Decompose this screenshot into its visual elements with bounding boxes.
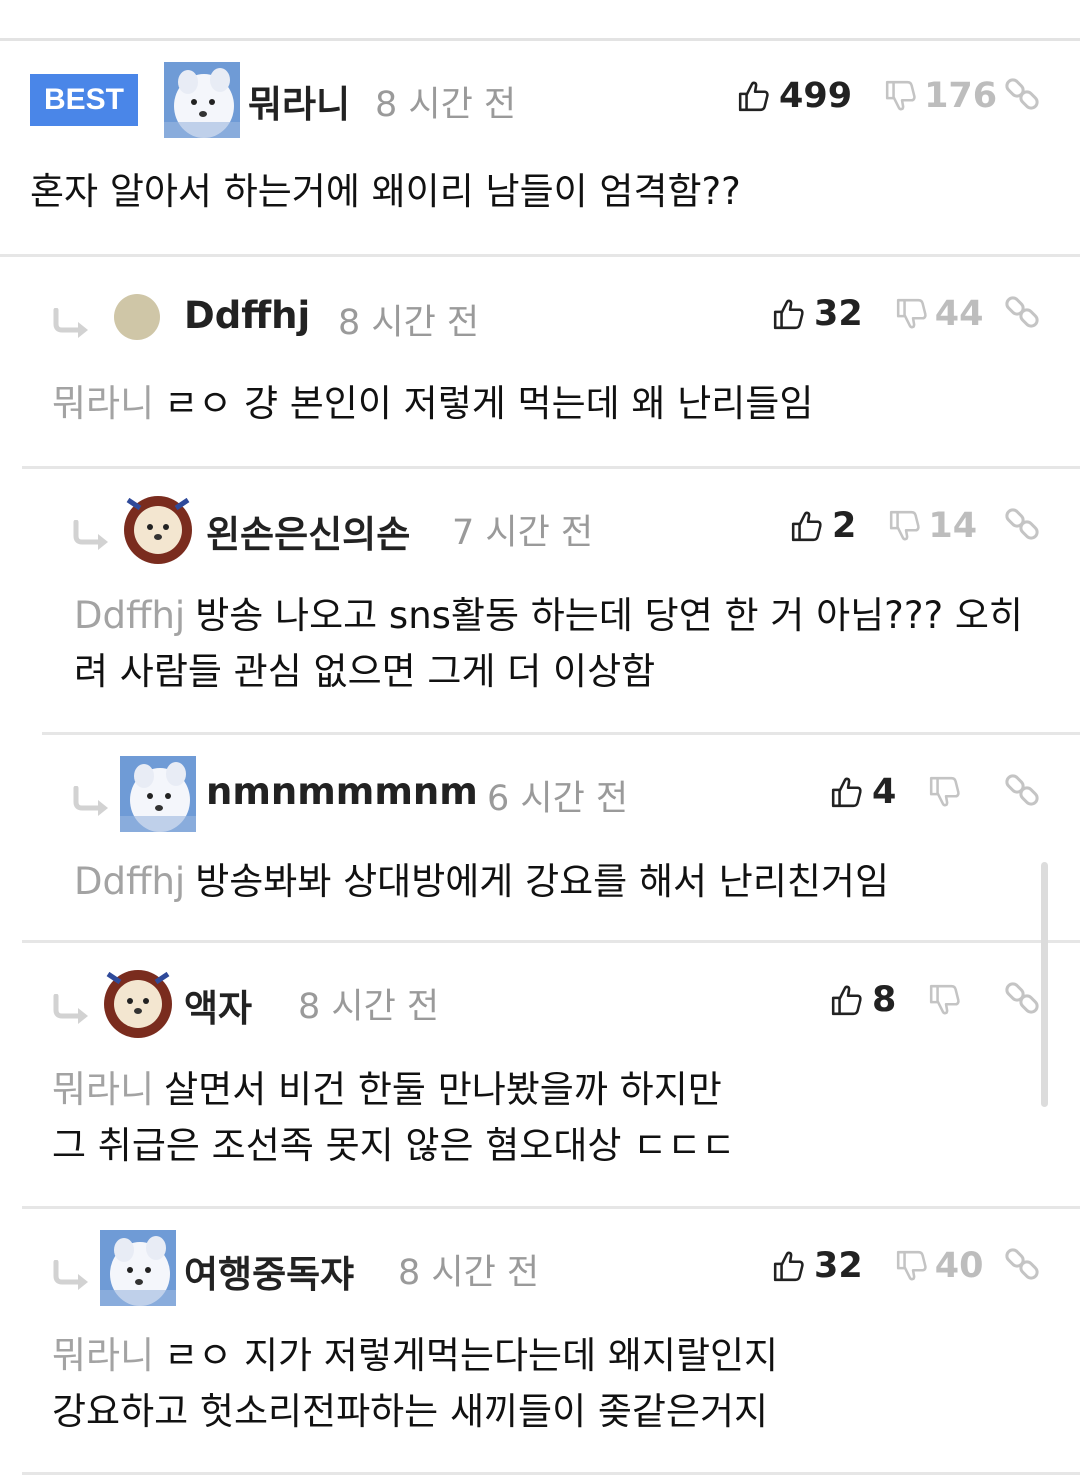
link-icon[interactable]	[1004, 294, 1040, 330]
reply-mention[interactable]: 뭐라니	[52, 382, 154, 425]
comment-line: 강요하고 헛소리전파하는 새끼들이 좆같은거지	[52, 1390, 769, 1433]
like-count: 2	[832, 506, 857, 546]
reply-comment: 여행중독쟈 8 시간 전 32 40 뭐라니 ㄹㅇ 지가 저렇게먹는다는데 왜지랄…	[0, 1208, 1080, 1472]
thumbs-up-icon[interactable]	[790, 509, 824, 543]
link-icon[interactable]	[1004, 76, 1040, 112]
like-count: 499	[779, 76, 853, 116]
link-icon[interactable]	[1004, 772, 1040, 808]
lion-dog-avatar-icon	[100, 964, 176, 1040]
thumbs-up-icon[interactable]	[830, 775, 864, 809]
like-count: 32	[814, 1246, 863, 1286]
comment-best: BEST 뭐라니 8 시간 전 499 176 혼자 알아서 하는거에 왜이리 …	[0, 0, 1080, 256]
thumbs-up-icon[interactable]	[830, 983, 864, 1017]
comment-line: 려 사람들 관심 없으면 그게 더 이상함	[74, 650, 656, 693]
comment-text: 혼자 알아서 하는거에 왜이리 남들이 엄격함??	[30, 164, 741, 220]
thumbs-down-icon[interactable]	[884, 79, 918, 113]
avatar[interactable]	[120, 756, 196, 832]
vote-group: 8	[830, 980, 968, 1020]
comment-line: 혼자 알아서 하는거에 왜이리 남들이 엄격함??	[30, 170, 741, 213]
comment-time: 8 시간 전	[375, 85, 517, 125]
reply-arrow-icon	[72, 520, 112, 550]
comment-author[interactable]: nmnmmmnm	[206, 770, 478, 813]
comment-time: 8 시간 전	[298, 987, 440, 1027]
link-icon[interactable]	[1004, 1246, 1040, 1282]
vote-group: 2 14	[790, 506, 977, 546]
like-count: 4	[872, 772, 897, 812]
comment-text: 뭐라니 ㄹㅇ 걍 본인이 저렇게 먹는데 왜 난리들임	[52, 376, 813, 432]
avatar[interactable]	[114, 294, 160, 340]
avatar[interactable]	[164, 62, 240, 138]
avatar[interactable]	[100, 964, 176, 1040]
thumbs-down-icon[interactable]	[895, 1249, 929, 1283]
thumbs-down-icon[interactable]	[888, 509, 922, 543]
comment-line: 그 취급은 조선족 못지 않은 혐오대상 ㄷㄷㄷ	[52, 1124, 736, 1167]
thumbs-down-icon[interactable]	[928, 775, 962, 809]
white-dog-avatar-icon	[120, 756, 196, 832]
comment-author[interactable]: 여행중독쟈	[184, 1244, 354, 1298]
link-icon[interactable]	[1004, 506, 1040, 542]
white-dog-avatar-icon	[100, 1230, 176, 1306]
comment-time: 7 시간 전	[452, 513, 594, 553]
dislike-count: 14	[928, 506, 978, 546]
reply-comment: 액자 8 시간 전 8 뭐라니 살면서 비건 한둘 만나봤을까 하지만 그 취급은…	[0, 942, 1080, 1206]
avatar[interactable]	[120, 490, 196, 566]
comment-author[interactable]: 왼손은신의손	[206, 504, 410, 558]
comment-line: ㄹㅇ 지가 저렇게먹는다는데 왜지랄인지	[164, 1334, 779, 1377]
comment-text: 뭐라니 살면서 비건 한둘 만나봤을까 하지만 그 취급은 조선족 못지 않은 혐…	[52, 1062, 735, 1174]
comment-line: 방송봐봐 상대방에게 강요를 해서 난리친거임	[195, 860, 890, 903]
dislike-count: 40	[934, 1246, 984, 1286]
comment-author[interactable]: 액자	[184, 978, 252, 1032]
reply-comment: 왼손은신의손 7 시간 전 2 14 Ddffhj 방송 나오고 sns활동 하는…	[0, 468, 1080, 732]
like-count: 32	[814, 294, 863, 334]
reply-comment: nmnmmmnm 6 시간 전 4 Ddffhj 방송봐봐 상대방에게 강요를 해…	[0, 734, 1080, 940]
comment-line: ㄹㅇ 걍 본인이 저렇게 먹는데 왜 난리들임	[164, 382, 814, 425]
white-dog-avatar-icon	[164, 62, 240, 138]
comment-text: Ddffhj 방송봐봐 상대방에게 강요를 해서 난리친거임	[74, 854, 889, 910]
divider	[22, 1472, 1080, 1475]
link-icon[interactable]	[1004, 980, 1040, 1016]
scrollbar[interactable]	[1041, 862, 1048, 1107]
best-badge: BEST	[30, 74, 138, 126]
avatar[interactable]	[100, 1230, 176, 1306]
reply-arrow-icon	[72, 786, 112, 816]
comment-line: 방송 나오고 sns활동 하는데 당연 한 거 아님??? 오히	[195, 594, 1023, 637]
comment-time: 8 시간 전	[398, 1253, 540, 1293]
reply-mention[interactable]: 뭐라니	[52, 1334, 154, 1377]
comment-time: 6 시간 전	[487, 779, 629, 819]
vote-group: 32 44	[772, 294, 983, 334]
lion-dog-avatar-icon	[120, 490, 196, 566]
reply-comment: Ddffhj 8 시간 전 32 44 뭐라니 ㄹㅇ 걍 본인이 저렇게 먹는데 …	[0, 256, 1080, 466]
dislike-count: 176	[924, 76, 998, 116]
vote-group: 499 176	[737, 76, 997, 116]
thumbs-up-icon[interactable]	[737, 79, 771, 113]
reply-arrow-icon	[52, 1260, 92, 1290]
reply-mention[interactable]: Ddffhj	[74, 860, 185, 903]
reply-arrow-icon	[52, 308, 92, 338]
vote-group: 4	[830, 772, 968, 812]
comment-text: 뭐라니 ㄹㅇ 지가 저렇게먹는다는데 왜지랄인지 강요하고 헛소리전파하는 새끼들…	[52, 1328, 778, 1440]
thumbs-up-icon[interactable]	[772, 1249, 806, 1283]
reply-arrow-icon	[52, 994, 92, 1024]
thumbs-up-icon[interactable]	[772, 297, 806, 331]
comment-time: 8 시간 전	[338, 303, 480, 343]
comment-author[interactable]: 뭐라니	[248, 74, 350, 128]
like-count: 8	[872, 980, 897, 1020]
thumbs-down-icon[interactable]	[928, 983, 962, 1017]
reply-mention[interactable]: 뭐라니	[52, 1068, 154, 1111]
dislike-count: 44	[934, 294, 984, 334]
comment-text: Ddffhj 방송 나오고 sns활동 하는데 당연 한 거 아님??? 오히 려…	[74, 588, 1023, 700]
thumbs-down-icon[interactable]	[895, 297, 929, 331]
reply-mention[interactable]: Ddffhj	[74, 594, 185, 637]
vote-group: 32 40	[772, 1246, 983, 1286]
comment-author[interactable]: Ddffhj	[184, 294, 310, 337]
comment-line: 살면서 비건 한둘 만나봤을까 하지만	[164, 1068, 722, 1111]
